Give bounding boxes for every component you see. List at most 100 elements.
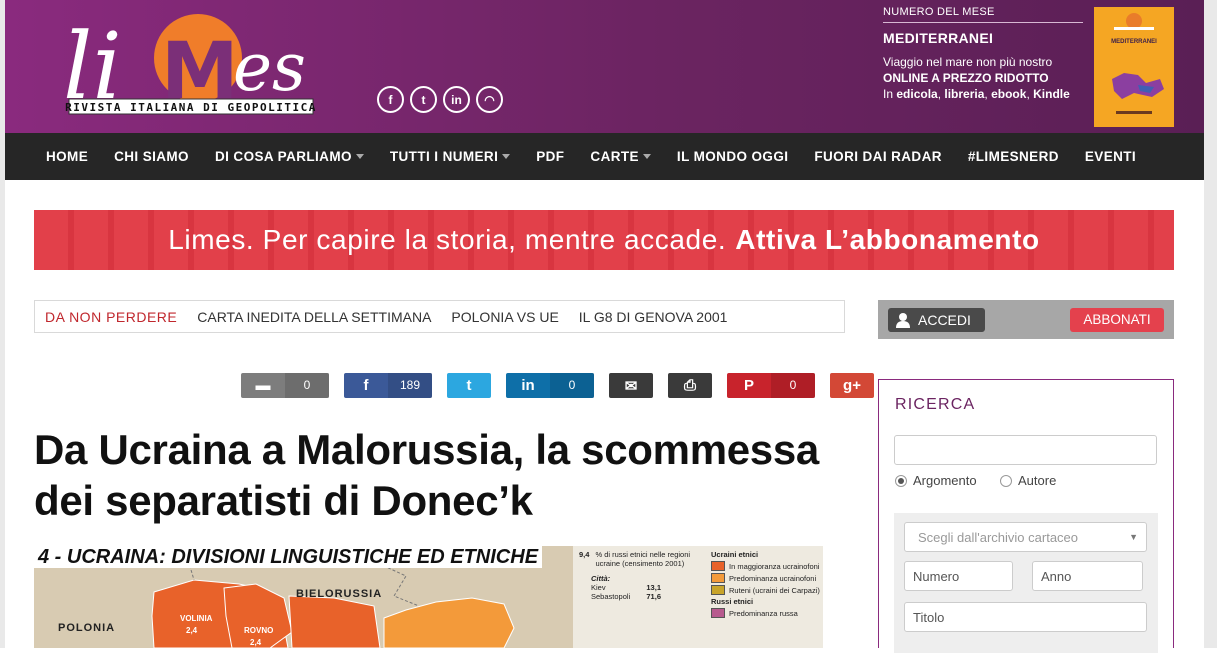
legend-city-kiev-value: 13,1 <box>646 583 661 592</box>
radio-argomento[interactable]: Argomento <box>895 473 977 488</box>
dnp-link-polonia-vs-ue[interactable]: POLONIA VS UE <box>451 309 558 325</box>
legend-head-ucraini: Ucraini etnici <box>711 550 759 559</box>
facebook-share-button[interactable]: f 189 <box>344 373 432 398</box>
issue-title[interactable]: MEDITERRANEI <box>883 30 1083 46</box>
number-field[interactable] <box>904 561 1013 591</box>
map-legend: 9,4 % di russi etnici nelle regioni ucra… <box>573 546 823 648</box>
nav-fuori-dai-radar[interactable]: FUORI DAI RADAR <box>814 149 942 164</box>
subscribe-button[interactable]: ABBONATI <box>1070 307 1164 332</box>
legend-pct: 9,4 <box>579 550 590 559</box>
legend-swatch <box>711 585 725 595</box>
issue-of-the-month: NUMERO DEL MESE MEDITERRANEI Viaggio nel… <box>883 6 1083 101</box>
dnp-link-g8-genova[interactable]: IL G8 DI GENOVA 2001 <box>579 309 728 325</box>
issue-cover-art: MEDITERRANEI <box>1094 7 1174 127</box>
nav-home[interactable]: HOME <box>46 149 88 164</box>
email-icon: ✉ <box>624 377 638 395</box>
radio-autore-label: Autore <box>1018 473 1057 488</box>
comment-button[interactable]: ▬ 0 <box>241 373 329 398</box>
chevron-down-icon <box>355 154 364 159</box>
limes-logo[interactable]: li M es RIVISTA ITALIANA DI GEOPOLITICA <box>63 6 323 118</box>
twitter-share-icon: t <box>466 377 472 394</box>
legend-head-russi: Russi etnici <box>711 597 754 606</box>
map-label-volinia: VOLINIA <box>180 614 213 623</box>
facebook-icon[interactable]: f <box>377 86 404 113</box>
issue-cover-image[interactable]: MEDITERRANEI <box>1094 7 1174 127</box>
logo-es: es <box>233 29 306 106</box>
chevron-down-icon <box>642 154 651 159</box>
pinterest-share-button[interactable]: P 0 <box>727 373 815 398</box>
map-value-volinia: 2,4 <box>186 626 198 635</box>
nav-tutti-i-numeri[interactable]: TUTTI I NUMERI <box>389 149 511 164</box>
radio-autore[interactable]: Autore <box>1000 473 1056 488</box>
legend-left: 9,4 % di russi etnici nelle regioni ucra… <box>579 550 709 601</box>
nav-home-label: HOME <box>46 149 89 164</box>
format-libreria: libreria <box>944 87 985 101</box>
login-label: ACCEDI <box>918 311 971 328</box>
nav-carte[interactable]: CARTE <box>590 149 651 164</box>
issue-offer[interactable]: ONLINE A PREZZO RIDOTTO <box>883 71 1083 85</box>
nav-eventi[interactable]: EVENTI <box>1085 149 1136 164</box>
nav-limesnerd-label: #LIMESNERD <box>967 149 1059 164</box>
print-icon: ⎙ <box>683 377 696 394</box>
share-bar: ▬ 0 f 189 t in 0 ✉ ⎙ P 0 g+ <box>241 373 874 398</box>
print-button[interactable]: ⎙ <box>668 373 712 398</box>
format-edicola: edicola <box>896 87 938 101</box>
nav-pdf[interactable]: PDF <box>536 149 564 164</box>
legend-city-sebastopoli: Sebastopoli 71,6 <box>591 592 661 601</box>
linkedin-icon[interactable]: in <box>443 86 470 113</box>
banner-cta[interactable]: Attiva L’abbonamento <box>735 224 1039 256</box>
twitter-share-button[interactable]: t <box>447 373 491 398</box>
legend-swatch <box>711 608 725 618</box>
legend-city-kiev: Kiev 13,1 <box>591 583 661 592</box>
page-right-edge <box>1204 0 1217 648</box>
chevron-down-icon <box>502 154 511 159</box>
linkedin-share-button[interactable]: in 0 <box>506 373 594 398</box>
legend-row-ua-2: Ruteni (ucraini dei Carpazi) <box>711 585 821 595</box>
user-icon <box>896 312 910 328</box>
facebook-share-count: 189 <box>388 373 432 398</box>
nav-di-cosa-parliamo-label: DI COSA PARLIAMO <box>214 149 352 164</box>
format-kindle: Kindle <box>1033 87 1070 101</box>
dnp-link-carta-inedita[interactable]: CARTA INEDITA DELLA SETTIMANA <box>197 309 431 325</box>
article-headline: Da Ucraina a Malorussia, la scommessa de… <box>34 426 819 524</box>
legend-ua-1-label: Predominanza ucrainofoni <box>729 573 817 583</box>
nav-carte-label: CARTE <box>590 149 639 164</box>
legend-pct-text: % di russi etnici nelle regioni ucraine … <box>595 550 691 568</box>
da-non-perdere-bar: DA NON PERDERE CARTA INEDITA DELLA SETTI… <box>34 300 845 333</box>
map-label-bielorussia: BIELORUSSIA <box>296 588 383 600</box>
search-panel: RICERCA Argomento Autore Scegli dall'arc… <box>878 379 1174 653</box>
site-header: li M es RIVISTA ITALIANA DI GEOPOLITICA … <box>5 0 1204 133</box>
facebook-glyph: f <box>388 92 393 107</box>
nav-di-cosa-parliamo[interactable]: DI COSA PARLIAMO <box>215 149 364 164</box>
twitter-icon[interactable]: t <box>410 86 437 113</box>
main-navigation: HOME CHI SIAMO DI COSA PARLIAMO TUTTI I … <box>5 133 1204 180</box>
search-title: RICERCA <box>895 396 976 413</box>
search-input[interactable] <box>894 435 1157 465</box>
archive-select[interactable]: Scegli dall'archivio cartaceo ▼ <box>904 522 1147 552</box>
issue-kicker: NUMERO DEL MESE <box>883 6 1083 23</box>
legend-city-sebastopoli-value: 71,6 <box>646 592 661 601</box>
googleplus-share-button[interactable]: g+ <box>830 373 874 398</box>
legend-row-ru-0: Predominanza russa <box>711 608 821 618</box>
map-label-rovno: ROVNO <box>244 626 274 635</box>
nav-il-mondo-oggi[interactable]: IL MONDO OGGI <box>677 149 788 164</box>
nav-tutti-i-numeri-label: TUTTI I NUMERI <box>389 149 499 164</box>
article-map-image[interactable]: 4 - UCRAINA: DIVISIONI LINGUISTICHE ED E… <box>34 546 823 648</box>
year-field[interactable] <box>1032 561 1143 591</box>
linkedin-glyph: in <box>451 92 462 107</box>
email-share-button[interactable]: ✉ <box>609 373 653 398</box>
comment-count: 0 <box>285 373 329 398</box>
map-value-rovno: 2,4 <box>250 638 262 647</box>
dnp-label: DA NON PERDERE <box>45 308 178 325</box>
rss-icon[interactable]: ◠ <box>476 86 503 113</box>
title-field[interactable] <box>904 602 1147 632</box>
comment-icon: ▬ <box>255 377 271 394</box>
format-ebook: ebook <box>991 87 1027 101</box>
pinterest-share-count: 0 <box>771 373 815 398</box>
nav-limesnerd[interactable]: #LIMESNERD <box>968 149 1059 164</box>
legend-right: Ucraini etnici In maggioranza ucrainofon… <box>711 550 821 618</box>
account-bar: ACCEDI ABBONATI <box>878 300 1174 339</box>
subscription-banner[interactable]: Limes. Per capire la storia, mentre acca… <box>34 210 1174 270</box>
login-button[interactable]: ACCEDI <box>888 307 985 332</box>
nav-chi-siamo[interactable]: CHI SIAMO <box>114 149 189 164</box>
